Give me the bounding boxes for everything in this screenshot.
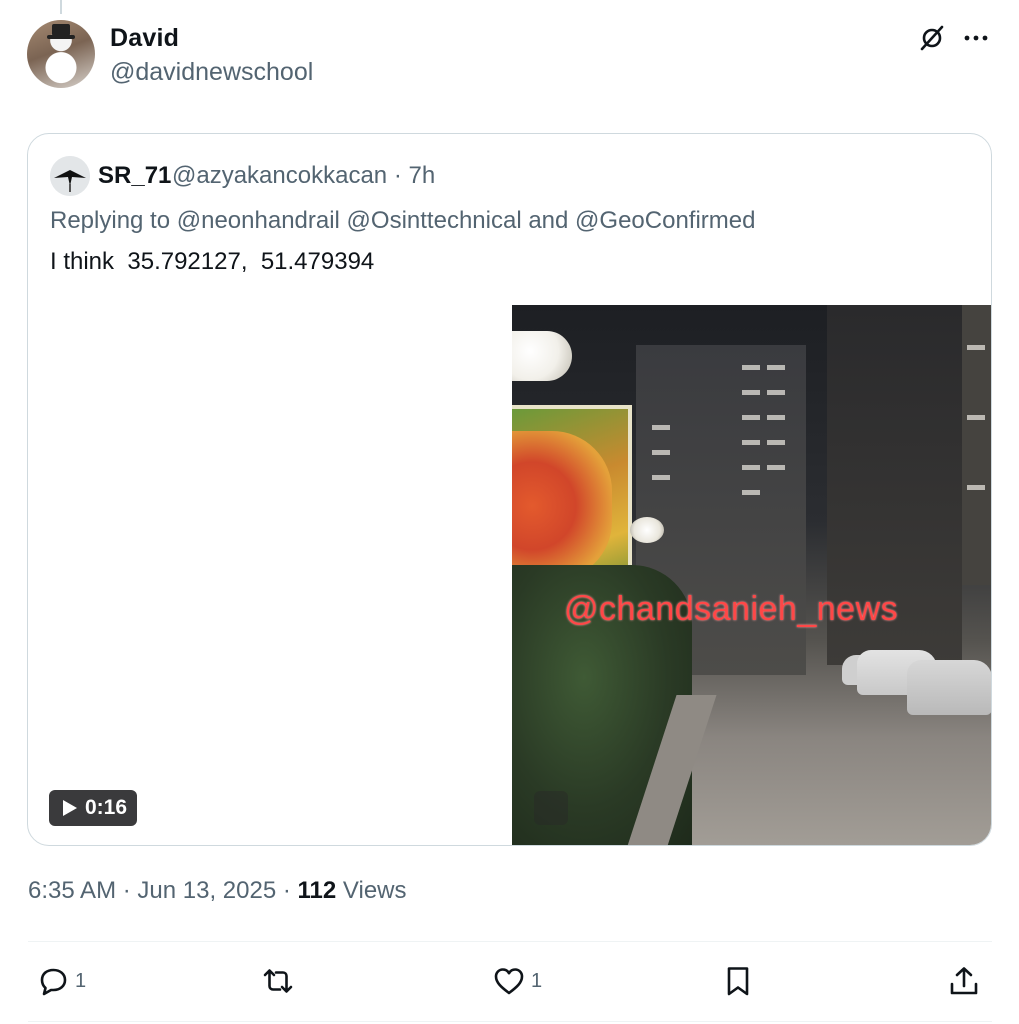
author-handle[interactable]: @davidnewschool — [110, 58, 313, 87]
grok-icon[interactable] — [918, 24, 946, 52]
retweet-button[interactable] — [262, 964, 294, 998]
video-overlay-box — [534, 791, 568, 825]
video-car — [907, 660, 991, 715]
quoted-author-handle-time[interactable]: @azyakancokkacan · 7h — [172, 162, 435, 190]
reply-button[interactable]: 1 — [37, 964, 86, 998]
blackbird-icon — [50, 156, 90, 196]
tweet-meta: 6:35 AM · Jun 13, 2025 · 112 Views — [28, 877, 407, 905]
thread-connector-line — [60, 0, 62, 14]
video-window — [767, 390, 785, 395]
meta-separator: · — [282, 877, 298, 904]
video-window — [767, 415, 785, 420]
video-window — [742, 465, 760, 470]
tweet-timestamp[interactable]: 6:35 AM · Jun 13, 2025 — [28, 877, 276, 904]
video-window — [742, 490, 760, 495]
play-icon — [63, 800, 77, 816]
video-lamp — [512, 331, 572, 381]
retweet-icon — [263, 969, 293, 993]
quoted-author-name[interactable]: SR_71 — [98, 162, 171, 190]
video-window — [652, 475, 670, 480]
quoted-tweet-text: I think 35.792127, 51.479394 — [50, 248, 375, 275]
author-name[interactable]: David — [110, 24, 179, 53]
video-window — [742, 440, 760, 445]
divider-top — [28, 941, 992, 942]
video-window — [967, 485, 985, 490]
video-window — [742, 415, 760, 420]
video-window — [652, 425, 670, 430]
video-window — [767, 440, 785, 445]
video-duration-badge[interactable]: 0:16 — [49, 790, 138, 826]
reply-count: 1 — [75, 969, 87, 992]
like-icon — [494, 968, 524, 995]
video-duration: 0:16 — [85, 796, 128, 819]
video-window — [967, 415, 985, 420]
video-window — [967, 345, 985, 350]
share-icon — [950, 967, 978, 995]
replying-to-text: Replying to @neonhandrail @Osinttechnica… — [50, 207, 756, 234]
quoted-author-avatar[interactable] — [50, 156, 90, 196]
bookmark-icon — [727, 967, 749, 996]
divider-bottom — [28, 1021, 992, 1022]
bookmark-button[interactable] — [722, 964, 754, 998]
video-window — [742, 390, 760, 395]
video-watermark: @chandsanieh_news — [564, 590, 899, 628]
author-avatar[interactable] — [27, 20, 95, 88]
video-window — [652, 450, 670, 455]
video-lamp — [630, 517, 664, 543]
quoted-tweet-card[interactable]: SR_71 @azyakancokkacan · 7h Replying to … — [27, 133, 992, 846]
views-count: 112 — [297, 877, 337, 904]
video-sign-inner — [512, 431, 612, 581]
video-window — [742, 365, 760, 370]
views-label: Views — [342, 877, 407, 904]
video-thumbnail[interactable]: @chandsanieh_news — [512, 305, 991, 845]
share-button[interactable] — [948, 964, 980, 998]
like-count: 1 — [531, 969, 543, 992]
reply-icon — [40, 968, 67, 996]
video-window — [767, 465, 785, 470]
like-button[interactable]: 1 — [493, 964, 542, 998]
more-icon[interactable] — [962, 24, 990, 52]
avatar-hat-brim — [47, 35, 75, 39]
video-window — [767, 365, 785, 370]
